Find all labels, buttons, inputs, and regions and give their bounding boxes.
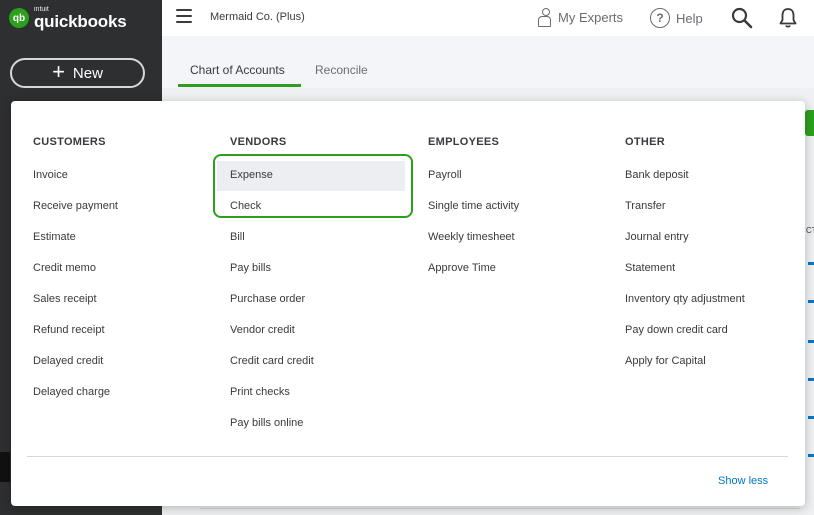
new-button-label: New <box>72 64 103 82</box>
menu-item-payroll[interactable]: Payroll <box>428 169 462 181</box>
menu-item-receive-payment[interactable]: Receive payment <box>33 200 118 212</box>
menu-item-invoice[interactable]: Invoice <box>33 169 68 181</box>
menu-item-refund-receipt[interactable]: Refund receipt <box>33 324 105 336</box>
menu-item-vendor-credit[interactable]: Vendor credit <box>230 324 295 336</box>
plus-icon: + <box>52 59 65 84</box>
active-tab-indicator <box>178 84 301 87</box>
page-tabs: Chart of Accounts Reconcile <box>162 36 814 88</box>
search-icon <box>731 7 753 29</box>
new-menu-panel: CUSTOMERS Invoice Receive payment Estima… <box>11 101 805 506</box>
show-less-link[interactable]: Show less <box>718 475 768 487</box>
help-button[interactable]: ? Help <box>650 8 703 28</box>
menu-item-sales-receipt[interactable]: Sales receipt <box>33 293 97 305</box>
background-link-fragment <box>808 262 814 265</box>
menu-item-inventory-qty-adjustment[interactable]: Inventory qty adjustment <box>625 293 745 305</box>
qb-logo-icon: qb <box>9 8 29 28</box>
menu-item-approve-time[interactable]: Approve Time <box>428 262 496 274</box>
intuit-label: intuit <box>34 6 49 13</box>
quickbooks-logo[interactable]: qb intuit quickbooks <box>9 6 127 31</box>
menu-item-pay-down-credit-card[interactable]: Pay down credit card <box>625 324 728 336</box>
help-icon: ? <box>650 8 670 28</box>
top-bar: Mermaid Co. (Plus) My Experts ? Help <box>162 0 814 36</box>
bell-icon <box>779 8 797 28</box>
menu-item-transfer[interactable]: Transfer <box>625 200 666 212</box>
menu-item-weekly-timesheet[interactable]: Weekly timesheet <box>428 231 515 243</box>
menu-item-delayed-credit[interactable]: Delayed credit <box>33 355 103 367</box>
my-experts-label: My Experts <box>558 9 624 25</box>
vendors-header: VENDORS <box>230 136 287 148</box>
new-button[interactable]: + New <box>10 58 145 88</box>
vendors-column: VENDORS Expense Check Bill Pay bills Pur… <box>217 136 405 429</box>
menu-item-estimate[interactable]: Estimate <box>33 231 76 243</box>
background-green-button <box>805 110 814 136</box>
background-column-header: CT <box>806 226 814 235</box>
menu-item-statement[interactable]: Statement <box>625 262 675 274</box>
annotation-highlight-box <box>213 154 413 218</box>
menu-item-bank-deposit[interactable]: Bank deposit <box>625 169 689 181</box>
menu-item-delayed-charge[interactable]: Delayed charge <box>33 386 110 398</box>
employees-column: EMPLOYEES Payroll Single time activity W… <box>428 136 519 274</box>
menu-item-pay-bills-online[interactable]: Pay bills online <box>230 417 303 429</box>
person-icon <box>538 8 552 27</box>
menu-item-credit-card-credit[interactable]: Credit card credit <box>230 355 314 367</box>
customers-column: CUSTOMERS Invoice Receive payment Estima… <box>33 136 118 398</box>
background-link-fragment <box>808 454 814 457</box>
notifications-button[interactable] <box>776 6 800 35</box>
menu-item-purchase-order[interactable]: Purchase order <box>230 293 305 305</box>
menu-item-journal-entry[interactable]: Journal entry <box>625 231 689 243</box>
background-link-fragment <box>808 416 814 419</box>
my-experts-button[interactable]: My Experts <box>538 8 624 27</box>
menu-item-bill[interactable]: Bill <box>230 231 245 243</box>
other-header: OTHER <box>625 136 665 148</box>
search-button[interactable] <box>730 6 754 35</box>
panel-divider <box>27 456 788 457</box>
brand-name: quickbooks <box>34 12 127 31</box>
help-label: Help <box>676 10 703 26</box>
hamburger-menu-icon[interactable] <box>176 9 192 23</box>
menu-item-print-checks[interactable]: Print checks <box>230 386 290 398</box>
tab-reconcile[interactable]: Reconcile <box>315 63 368 77</box>
company-name: Mermaid Co. (Plus) <box>210 11 305 23</box>
menu-item-apply-for-capital[interactable]: Apply for Capital <box>625 355 706 367</box>
employees-header: EMPLOYEES <box>428 136 500 148</box>
background-link-fragment <box>808 378 814 381</box>
background-link-fragment <box>808 300 814 303</box>
background-link-fragment <box>808 340 814 343</box>
tab-chart-of-accounts[interactable]: Chart of Accounts <box>190 63 285 77</box>
menu-item-credit-memo[interactable]: Credit memo <box>33 262 96 274</box>
other-column: OTHER Bank deposit Transfer Journal entr… <box>625 136 745 367</box>
sidebar-bottom-strip <box>0 452 10 482</box>
menu-item-pay-bills[interactable]: Pay bills <box>230 262 271 274</box>
menu-item-single-time-activity[interactable]: Single time activity <box>428 200 519 212</box>
background-table-edge <box>200 508 800 515</box>
customers-header: CUSTOMERS <box>33 136 106 148</box>
